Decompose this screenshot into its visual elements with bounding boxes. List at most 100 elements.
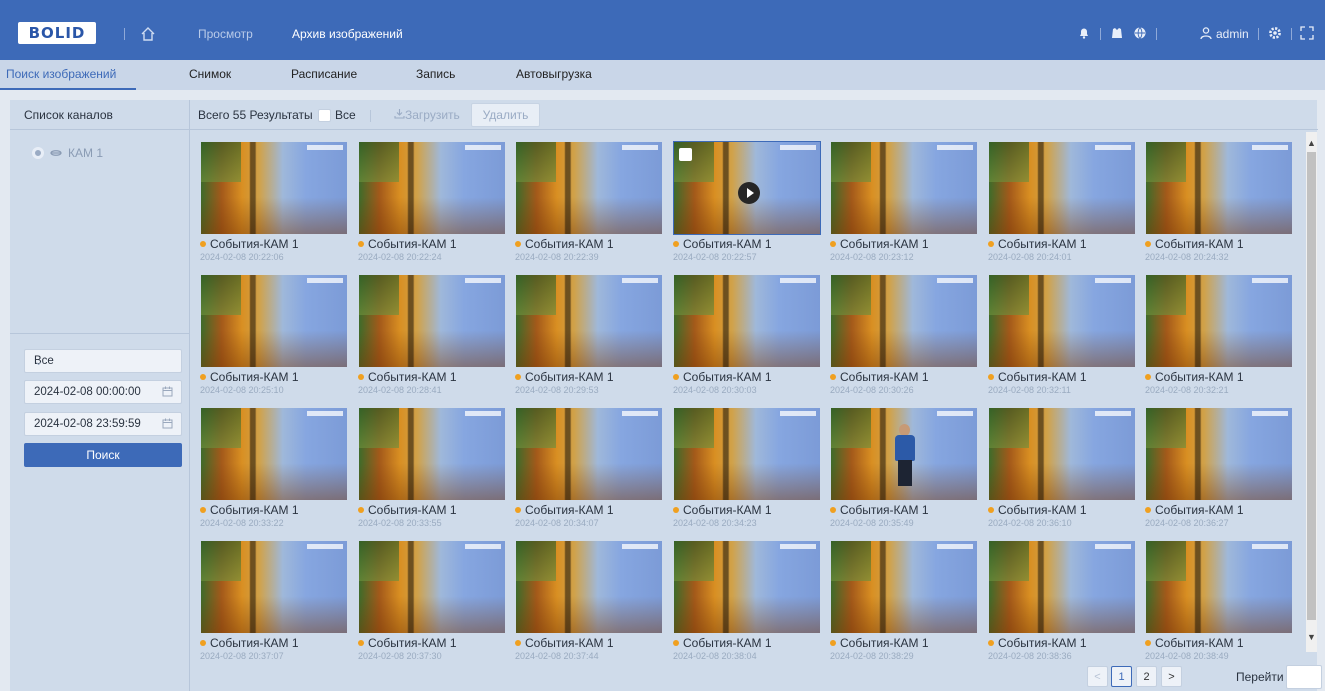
image-thumbnail[interactable] [359, 142, 505, 234]
image-tile[interactable]: События-КАМ 1 2024-02-08 20:36:10 [988, 406, 1136, 533]
event-dot-icon [515, 241, 521, 247]
image-tile[interactable]: События-КАМ 1 2024-02-08 20:38:04 [673, 539, 821, 666]
image-thumbnail[interactable] [359, 408, 505, 500]
globe-icon[interactable] [1133, 26, 1147, 40]
image-thumbnail[interactable] [1146, 408, 1292, 500]
image-thumbnail[interactable] [831, 541, 977, 633]
image-thumbnail[interactable] [1146, 541, 1292, 633]
image-thumbnail[interactable] [674, 408, 820, 500]
image-tile[interactable]: События-КАМ 1 2024-02-08 20:24:01 [988, 140, 1136, 267]
image-thumbnail[interactable] [674, 541, 820, 633]
image-tile[interactable]: События-КАМ 1 2024-02-08 20:33:55 [358, 406, 506, 533]
image-tile[interactable]: События-КАМ 1 2024-02-08 20:22:24 [358, 140, 506, 267]
scroll-down-arrow-icon[interactable]: ▼ [1306, 632, 1317, 642]
grid-scrollbar[interactable]: ▲ ▼ [1306, 132, 1317, 652]
image-thumbnail[interactable] [989, 142, 1135, 234]
image-tile[interactable]: События-КАМ 1 2024-02-08 20:38:49 [1145, 539, 1293, 666]
image-tile[interactable]: События-КАМ 1 2024-02-08 20:37:30 [358, 539, 506, 666]
image-tile[interactable]: События-КАМ 1 2024-02-08 20:37:44 [515, 539, 663, 666]
image-thumbnail[interactable] [359, 275, 505, 367]
select-all-checkbox[interactable] [318, 109, 331, 122]
search-button[interactable]: Поиск [24, 443, 182, 467]
image-thumbnail[interactable] [359, 541, 505, 633]
tile-timestamp: 2024-02-08 20:22:24 [358, 252, 442, 262]
image-thumbnail[interactable] [201, 408, 347, 500]
image-thumbnail[interactable] [989, 408, 1135, 500]
goto-page-input[interactable] [1286, 665, 1322, 689]
person-body [895, 435, 915, 461]
end-datetime-field[interactable]: 2024-02-08 23:59:59 [24, 412, 182, 436]
image-thumbnail[interactable] [516, 142, 662, 234]
image-tile[interactable]: События-КАМ 1 2024-02-08 20:29:53 [515, 273, 663, 400]
nav-view[interactable]: Просмотр [198, 27, 253, 41]
image-tile[interactable]: События-КАМ 1 2024-02-08 20:38:29 [830, 539, 978, 666]
image-tile[interactable]: События-КАМ 1 2024-02-08 20:38:36 [988, 539, 1136, 666]
image-thumbnail[interactable] [831, 142, 977, 234]
tile-label-text: События-КАМ 1 [368, 370, 457, 384]
calendar-icon[interactable] [162, 386, 173, 397]
image-tile[interactable]: События-КАМ 1 2024-02-08 20:30:26 [830, 273, 978, 400]
image-tile[interactable]: События-КАМ 1 2024-02-08 20:34:07 [515, 406, 663, 533]
image-thumbnail[interactable] [989, 541, 1135, 633]
image-tile[interactable]: События-КАМ 1 2024-02-08 20:22:06 [200, 140, 348, 267]
image-thumbnail[interactable] [1146, 275, 1292, 367]
image-tile[interactable]: События-КАМ 1 2024-02-08 20:25:10 [200, 273, 348, 400]
image-thumbnail[interactable] [989, 275, 1135, 367]
image-thumbnail[interactable] [674, 275, 820, 367]
download-button[interactable]: Загрузить [394, 108, 460, 122]
image-tile[interactable]: События-КАМ 1 2024-02-08 20:34:23 [673, 406, 821, 533]
tab-schedule[interactable]: Расписание [291, 67, 357, 81]
pagination-page-1[interactable]: 1 [1111, 666, 1132, 687]
image-thumbnail[interactable] [831, 275, 977, 367]
image-thumbnail[interactable] [1146, 142, 1292, 234]
event-type-select[interactable]: Все ⌄ [24, 349, 182, 373]
image-thumbnail[interactable] [516, 408, 662, 500]
bell-icon[interactable] [1077, 26, 1091, 40]
tab-image-search[interactable]: Поиск изображений [6, 67, 116, 81]
nav-archive[interactable]: Архив изображений [292, 27, 403, 41]
image-thumbnail[interactable] [201, 142, 347, 234]
pagination-next[interactable]: > [1161, 666, 1182, 687]
image-thumbnail[interactable] [201, 541, 347, 633]
image-tile[interactable]: События-КАМ 1 2024-02-08 20:24:32 [1145, 140, 1293, 267]
calendar-icon[interactable] [162, 418, 173, 429]
image-tile[interactable]: События-КАМ 1 2024-02-08 20:36:27 [1145, 406, 1293, 533]
image-thumbnail[interactable] [516, 541, 662, 633]
tile-label-text: События-КАМ 1 [1155, 370, 1244, 384]
tile-checkbox[interactable] [679, 148, 692, 161]
scroll-up-arrow-icon[interactable]: ▲ [1306, 138, 1317, 148]
pagination-page-2[interactable]: 2 [1136, 666, 1157, 687]
image-thumbnail[interactable] [516, 275, 662, 367]
play-icon[interactable] [738, 182, 760, 204]
image-tile[interactable]: События-КАМ 1 2024-02-08 20:22:39 [515, 140, 663, 267]
channel-radio[interactable] [32, 147, 44, 159]
username[interactable]: admin [1216, 27, 1249, 41]
image-thumbnail[interactable] [201, 275, 347, 367]
start-datetime-field[interactable]: 2024-02-08 00:00:00 [24, 380, 182, 404]
image-tile[interactable]: События-КАМ 1 2024-02-08 20:33:22 [200, 406, 348, 533]
tab-snapshot[interactable]: Снимок [189, 67, 231, 81]
vest-icon[interactable] [1110, 26, 1124, 40]
image-tile[interactable]: События-КАМ 1 2024-02-08 20:35:49 [830, 406, 978, 533]
home-icon[interactable] [140, 26, 156, 42]
image-tile[interactable]: События-КАМ 1 2024-02-08 20:32:11 [988, 273, 1136, 400]
tab-auto-upload[interactable]: Автовыгрузка [516, 67, 592, 81]
fullscreen-icon[interactable] [1300, 26, 1314, 40]
image-tile[interactable]: События-КАМ 1 2024-02-08 20:22:57 [673, 140, 821, 267]
tab-record[interactable]: Запись [416, 67, 455, 81]
image-tile[interactable]: События-КАМ 1 2024-02-08 20:28:41 [358, 273, 506, 400]
scroll-thumb[interactable] [1307, 152, 1316, 620]
image-thumbnail[interactable] [831, 408, 977, 500]
tile-timestamp: 2024-02-08 20:22:39 [515, 252, 599, 262]
pagination-prev[interactable]: < [1087, 666, 1108, 687]
delete-button[interactable]: Удалить [471, 103, 540, 127]
image-tile[interactable]: События-КАМ 1 2024-02-08 20:23:12 [830, 140, 978, 267]
settings-icon[interactable] [1268, 26, 1282, 40]
image-tile[interactable]: События-КАМ 1 2024-02-08 20:30:03 [673, 273, 821, 400]
image-thumbnail[interactable] [673, 141, 821, 235]
channel-item[interactable]: КАМ 1 [32, 146, 103, 160]
tile-label: События-КАМ 1 [515, 636, 614, 650]
tile-label: События-КАМ 1 [200, 636, 299, 650]
image-tile[interactable]: События-КАМ 1 2024-02-08 20:32:21 [1145, 273, 1293, 400]
image-tile[interactable]: События-КАМ 1 2024-02-08 20:37:07 [200, 539, 348, 666]
